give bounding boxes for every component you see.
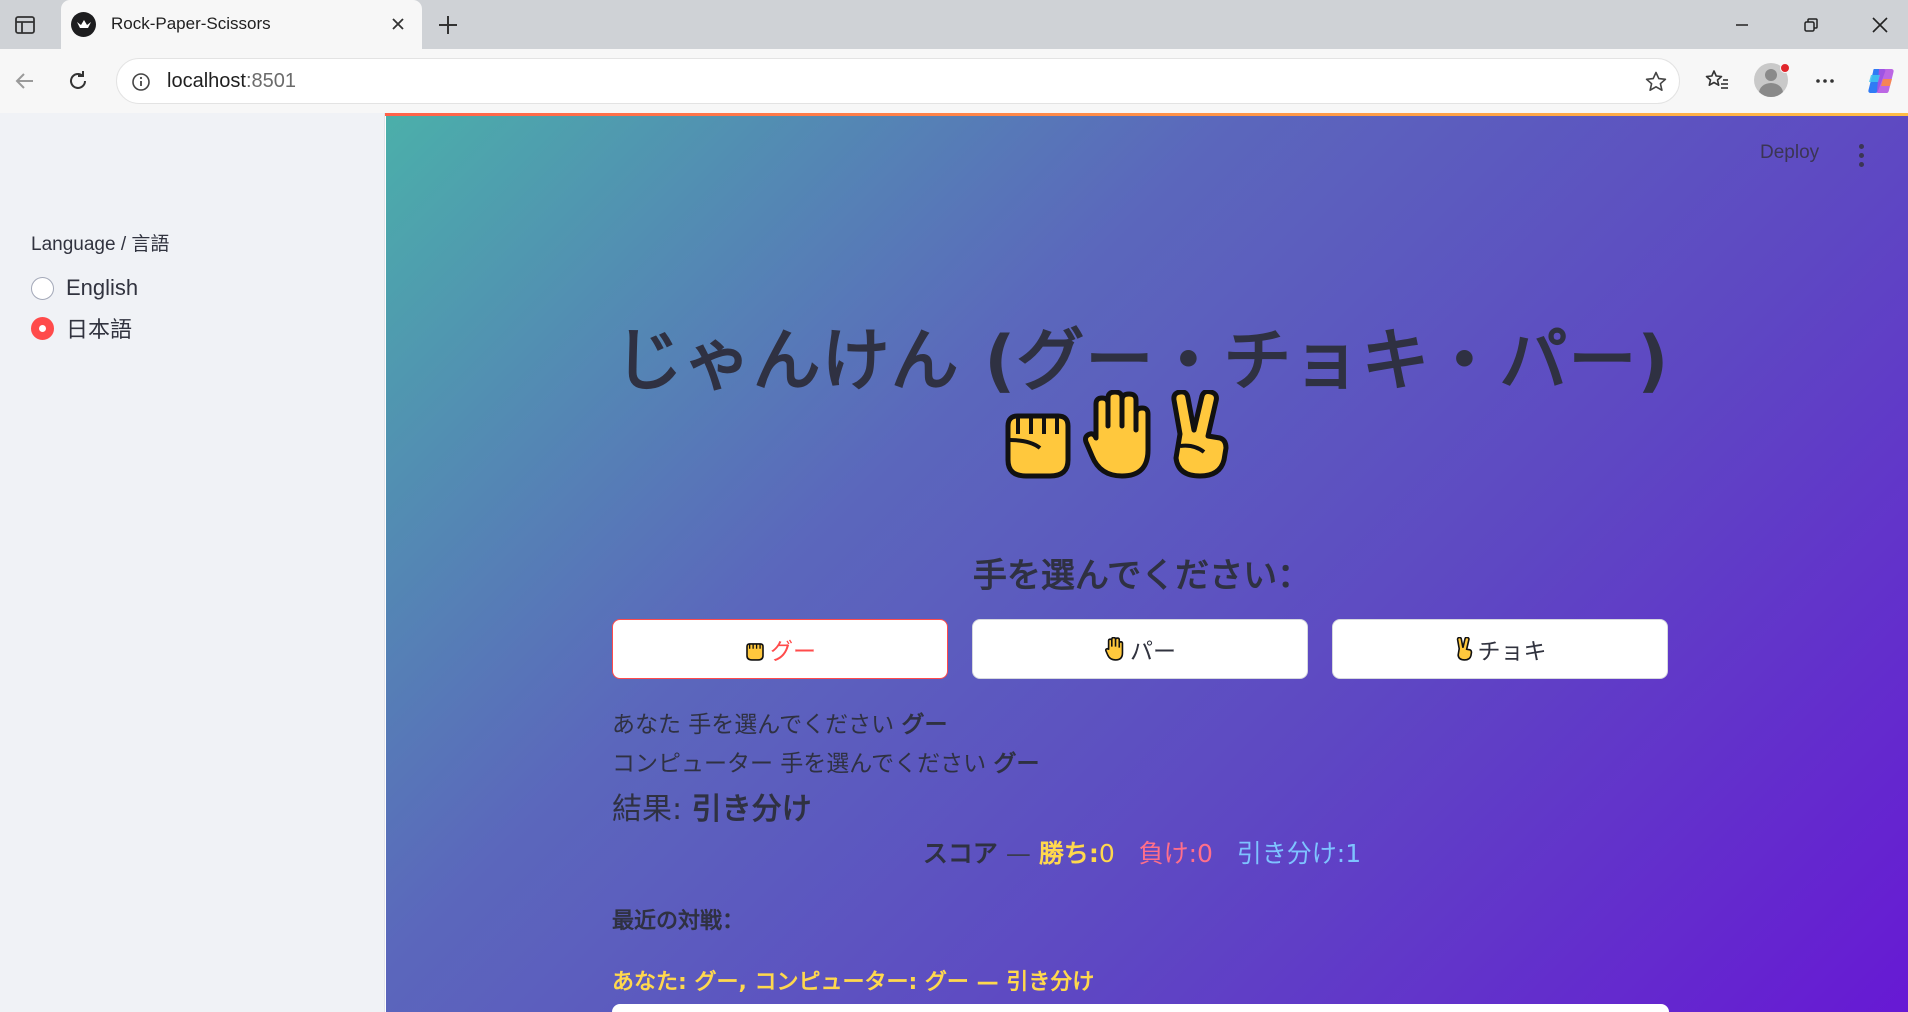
scissors-button-label: チョキ [1477, 639, 1547, 665]
site-info-icon[interactable] [129, 70, 153, 94]
your-choice-value: グー [901, 712, 948, 738]
draws-value: 1 [1345, 839, 1362, 868]
address-bar[interactable]: localhost:8501 [116, 58, 1680, 104]
main-menu-icon[interactable] [1849, 140, 1873, 170]
fist-icon [744, 637, 766, 661]
url-text: localhost:8501 [167, 70, 296, 93]
favorites-icon[interactable] [1700, 64, 1734, 98]
back-arrow-icon[interactable] [8, 64, 42, 98]
radio-option-japanese[interactable]: 日本語 [31, 312, 132, 344]
minimize-icon[interactable] [1727, 10, 1757, 40]
radio-option-english[interactable]: English [31, 275, 138, 301]
score-line: スコア — 勝ち:0 負け:0 引き分け:1 [612, 834, 1672, 870]
your-choice-prefix: あなた 手を選んでください [612, 712, 895, 738]
rock-button[interactable]: グー [612, 619, 948, 679]
computer-choice-value: グー [993, 751, 1040, 777]
new-tab-icon[interactable] [433, 10, 463, 40]
url-host: localhost [167, 70, 246, 92]
reload-icon[interactable] [61, 64, 95, 98]
score-label: スコア [922, 839, 998, 868]
victory-hand-emoji-icon [1171, 390, 1229, 479]
profile-avatar[interactable] [1754, 63, 1790, 99]
victory-icon [1454, 637, 1474, 661]
url-port: :8501 [245, 70, 296, 92]
result-prefix: 結果: [612, 792, 683, 827]
browser-tab[interactable]: Rock-Paper-Scissors [61, 0, 422, 50]
deploy-button[interactable]: Deploy [1760, 142, 1819, 164]
title-emojis [1000, 390, 1232, 484]
history-table-container [612, 1004, 1669, 1012]
draws-label: 引き分け: [1236, 839, 1346, 868]
history-item: あなた: グー, コンピューター: グー — 引き分け [612, 970, 1095, 995]
fist-emoji-icon [1005, 413, 1071, 479]
tab-actions-icon[interactable] [10, 10, 40, 40]
copilot-icon[interactable] [1864, 64, 1898, 98]
streamlit-crown-icon [71, 12, 96, 37]
browser-toolbar: localhost:8501 [0, 49, 1908, 113]
hand-icon [1104, 637, 1126, 661]
computer-choice-line: コンピューター 手を選んでください グー [612, 744, 1039, 778]
raised-hand-emoji-icon [1083, 390, 1151, 479]
radio-option-label: 日本語 [66, 317, 133, 342]
computer-choice-prefix: コンピューター 手を選んでください [612, 751, 987, 777]
result-line: 結果: 引き分け [612, 784, 812, 828]
choose-hand-heading: 手を選んでください： [972, 556, 1312, 596]
radio-button-japanese[interactable] [31, 316, 54, 340]
paper-button[interactable]: パー [972, 619, 1308, 679]
radio-option-label: English [66, 275, 139, 300]
paper-button-label: パー [1130, 639, 1176, 665]
radio-button-english[interactable] [31, 276, 54, 300]
notification-dot [1780, 63, 1790, 73]
losses-value: 0 [1197, 839, 1213, 868]
rock-button-label: グー [770, 639, 816, 665]
score-dash: — [1005, 839, 1031, 868]
language-radio-label: Language / 言語 [31, 234, 170, 255]
wins-value: 0 [1098, 839, 1115, 868]
favorite-star-icon[interactable] [1643, 69, 1669, 95]
more-options-icon[interactable] [1808, 64, 1842, 98]
wins-label: 勝ち: [1038, 839, 1099, 868]
your-choice-line: あなた 手を選んでください グー [612, 705, 947, 739]
browser-tab-bar: Rock-Paper-Scissors [0, 0, 1908, 50]
close-tab-icon[interactable] [386, 12, 410, 36]
tab-title: Rock-Paper-Scissors [111, 14, 271, 33]
restore-icon[interactable] [1796, 10, 1826, 40]
losses-label: 負け: [1138, 839, 1197, 868]
result-value: 引き分け [691, 792, 812, 827]
recent-games-heading: 最近の対戦： [612, 909, 745, 934]
scissors-button[interactable]: チョキ [1332, 619, 1668, 679]
close-window-icon[interactable] [1865, 10, 1895, 40]
